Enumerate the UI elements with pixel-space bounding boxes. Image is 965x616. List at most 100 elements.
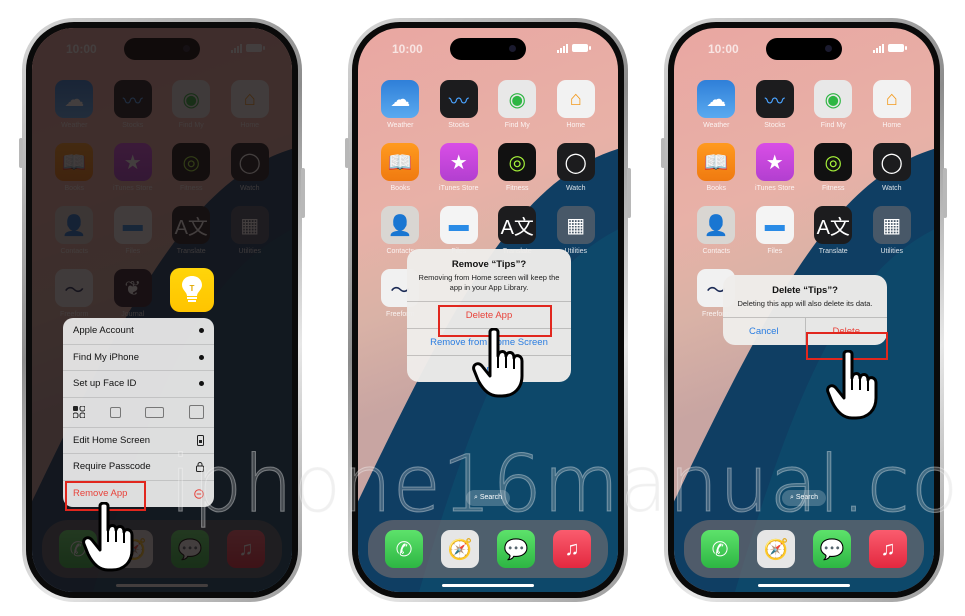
app-books[interactable]: 📖 Books (690, 143, 743, 192)
app-watch[interactable]: ◯ Watch (866, 143, 919, 192)
fitness-icon: ◎ (498, 143, 537, 181)
app-findmy[interactable]: ◉ Find My (807, 80, 860, 129)
menu-item-label: Set up Face ID (73, 378, 137, 390)
alert-message: Removing from Home screen will keep the … (418, 273, 560, 292)
lock-icon (196, 461, 204, 472)
app-files[interactable]: ▬Files (433, 206, 486, 255)
home-indicator (758, 584, 850, 587)
app-contacts[interactable]: 👤Contacts (374, 206, 427, 255)
findmy-icon: ◉ (498, 80, 537, 118)
app-label: Books (390, 185, 410, 192)
stocks-icon: 〰 (439, 80, 478, 118)
app-label: Utilities (880, 248, 904, 255)
contacts-icon: 👤 (381, 206, 420, 244)
battery-icon (888, 44, 907, 52)
app-label: Translate (818, 248, 848, 255)
tap-hand-icon (82, 502, 134, 572)
app-stocks[interactable]: 〰 Stocks (749, 80, 802, 129)
app-label: Weather (703, 122, 730, 129)
side-button (627, 168, 631, 218)
app-utilities[interactable]: ▦ Utilities (866, 206, 919, 255)
volume-button (19, 138, 23, 168)
app-files[interactable]: ▬Files (749, 206, 802, 255)
menu-item-apple-account[interactable]: Apple Account (63, 318, 214, 345)
phone-icon[interactable]: ✆ (385, 530, 423, 568)
widget-size-picker (63, 398, 214, 428)
tips-app-icon[interactable]: T (170, 268, 214, 312)
search-label: Search (479, 494, 503, 501)
messages-icon[interactable]: 💬 (497, 530, 535, 568)
app-icon-size-icon[interactable] (73, 406, 85, 418)
alert-title: Remove “Tips”? (451, 259, 527, 270)
app-label: Books (706, 185, 726, 192)
cancel-button[interactable]: Cancel (723, 318, 805, 345)
status-bar: 10:00 (358, 38, 618, 60)
app-watch[interactable]: ◯ Watch (550, 143, 603, 192)
weather-icon: ☁ (697, 80, 736, 118)
app-label: Home (882, 122, 902, 129)
volume-button (345, 138, 349, 168)
medium-widget-icon[interactable] (145, 406, 165, 418)
app-itunes[interactable]: ★ iTunes Store (433, 143, 486, 192)
translate-icon: A文 (498, 206, 537, 244)
music-icon[interactable]: ♫ (869, 530, 907, 568)
home-icon: ⌂ (556, 80, 595, 118)
app-fitness[interactable]: ◎ Fitness (491, 143, 544, 192)
app-contacts[interactable]: 👤 Contacts (690, 206, 743, 255)
search-button[interactable]: ⌕ Search (465, 490, 511, 506)
lightbulb-icon: T (182, 276, 202, 302)
menu-item-find-my-iphone[interactable]: Find My iPhone (63, 345, 214, 371)
books-icon: 📖 (697, 143, 736, 181)
utilities-icon: ▦ (556, 206, 595, 244)
search-button[interactable]: ⌕ Search (781, 490, 827, 506)
status-time: 10:00 (392, 42, 423, 56)
app-translate[interactable]: A文Translate (491, 206, 544, 255)
app-label: Fitness (505, 185, 529, 192)
app-home[interactable]: ⌂ Home (866, 80, 919, 129)
phone-step-1: 10:00 ☁Weather〰Stocks◉Find My⌂Home📖Books… (19, 18, 305, 602)
fitness-icon: ◎ (814, 143, 853, 181)
large-widget-icon[interactable] (188, 405, 204, 419)
app-label: iTunes Store (755, 185, 795, 192)
app-itunes[interactable]: ★ iTunes Store (749, 143, 802, 192)
messages-icon[interactable]: 💬 (813, 530, 851, 568)
safari-icon[interactable]: 🧭 (757, 530, 795, 568)
home-indicator (442, 584, 534, 587)
files-icon: ▬ (439, 206, 478, 244)
menu-item-set-up-face-id[interactable]: Set up Face ID (63, 371, 214, 398)
minus-circle-icon (194, 488, 204, 499)
music-icon[interactable]: ♫ (553, 530, 591, 568)
dock: ✆ 🧭 💬 ♫ (684, 520, 924, 578)
app-fitness[interactable]: ◎ Fitness (807, 143, 860, 192)
status-bar: 10:00 (674, 38, 934, 60)
app-label: Watch (881, 185, 902, 192)
app-weather[interactable]: ☁ Weather (374, 80, 427, 129)
app-label: Find My (504, 122, 530, 129)
menu-item-require-passcode[interactable]: Require Passcode (63, 454, 214, 481)
weather-icon: ☁ (381, 80, 420, 118)
app-findmy[interactable]: ◉ Find My (491, 80, 544, 129)
app-label: Stocks (448, 122, 470, 129)
watch-icon: ◯ (556, 143, 595, 181)
side-button (943, 168, 947, 218)
app-utilities[interactable]: ▦Utilities (550, 206, 603, 255)
small-widget-icon[interactable] (109, 406, 121, 418)
search-label: Search (795, 494, 819, 501)
utilities-icon: ▦ (872, 206, 911, 244)
alert-title: Delete “Tips”? (772, 285, 838, 296)
safari-icon[interactable]: 🧭 (441, 530, 479, 568)
app-translate[interactable]: A文Translate (807, 206, 860, 255)
phone-icon[interactable]: ✆ (701, 530, 739, 568)
app-label: Contacts (702, 248, 731, 255)
app-weather[interactable]: ☁ Weather (690, 80, 743, 129)
app-home[interactable]: ⌂ Home (550, 80, 603, 129)
dock: ✆ 🧭 💬 ♫ (368, 520, 608, 578)
signal-icon (557, 44, 568, 53)
app-books[interactable]: 📖 Books (374, 143, 427, 192)
menu-item-label: Edit Home Screen (73, 434, 151, 446)
alert-message: Deleting this app will also delete its d… (737, 299, 873, 308)
menu-item-label: Find My iPhone (73, 351, 140, 363)
menu-item-edit-home-screen[interactable]: Edit Home Screen (63, 428, 214, 454)
app-stocks[interactable]: 〰 Stocks (433, 80, 486, 129)
contacts-icon: 👤 (697, 206, 736, 244)
